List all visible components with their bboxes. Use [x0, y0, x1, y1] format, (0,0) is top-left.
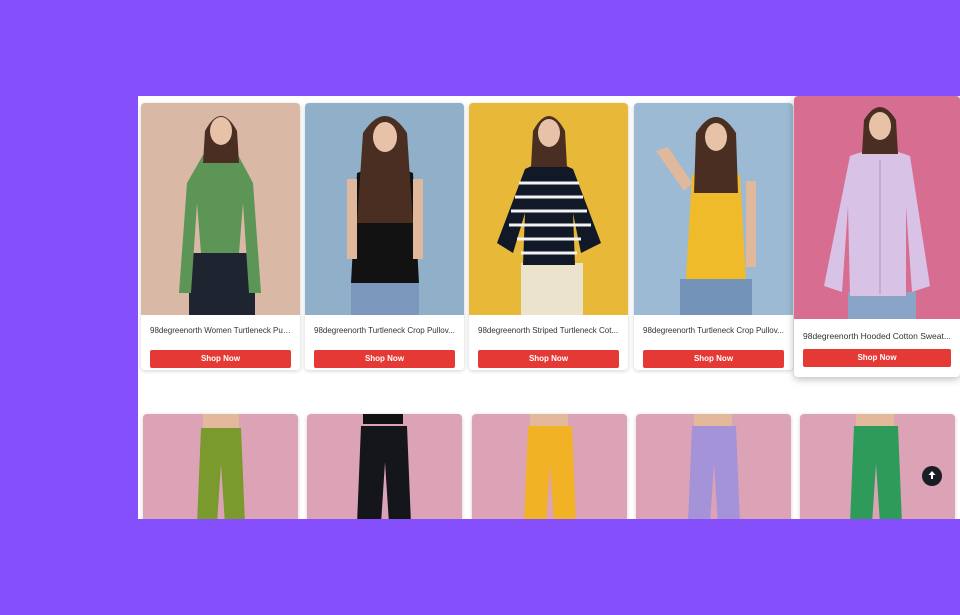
- shop-now-button[interactable]: Shop Now: [643, 350, 784, 368]
- product-image[interactable]: [469, 103, 628, 315]
- product-card[interactable]: [143, 414, 298, 519]
- product-image[interactable]: [141, 103, 300, 315]
- product-image[interactable]: [634, 103, 793, 315]
- product-image[interactable]: [305, 103, 464, 315]
- shop-now-button[interactable]: Shop Now: [150, 350, 291, 368]
- product-title[interactable]: 98degreenorth Turtleneck Crop Pullov...: [643, 326, 784, 335]
- arrow-up-icon: [927, 467, 937, 485]
- product-image[interactable]: [143, 414, 298, 519]
- product-title[interactable]: 98degreenorth Turtleneck Crop Pullov...: [314, 326, 455, 335]
- product-title[interactable]: 98degreenorth Striped Turtleneck Cot...: [478, 326, 619, 335]
- product-card[interactable]: [472, 414, 627, 519]
- product-card[interactable]: 98degreenorth Turtleneck Crop Pullov... …: [634, 103, 793, 370]
- shop-now-button[interactable]: Shop Now: [314, 350, 455, 368]
- product-image[interactable]: [636, 414, 791, 519]
- product-card[interactable]: 98degreenorth Turtleneck Crop Pullov... …: [305, 103, 464, 370]
- product-image[interactable]: [794, 96, 960, 319]
- product-title[interactable]: 98degreenorth Hooded Cotton Sweat...: [803, 331, 951, 341]
- product-card[interactable]: [307, 414, 462, 519]
- product-title[interactable]: 98degreenorth Women Turtleneck Pul...: [150, 326, 291, 335]
- shop-now-button[interactable]: Shop Now: [478, 350, 619, 368]
- product-card[interactable]: 98degreenorth Striped Turtleneck Cot... …: [469, 103, 628, 370]
- product-image[interactable]: [472, 414, 627, 519]
- product-card[interactable]: [636, 414, 791, 519]
- shop-now-button[interactable]: Shop Now: [803, 349, 951, 367]
- product-card[interactable]: 98degreenorth Women Turtleneck Pul... Sh…: [141, 103, 300, 370]
- product-card-hovered[interactable]: 98degreenorth Hooded Cotton Sweat... Sho…: [794, 96, 960, 377]
- product-grid-panel: 98degreenorth Women Turtleneck Pul... Sh…: [138, 96, 960, 519]
- scroll-to-top-button[interactable]: [922, 466, 942, 486]
- product-image[interactable]: [307, 414, 462, 519]
